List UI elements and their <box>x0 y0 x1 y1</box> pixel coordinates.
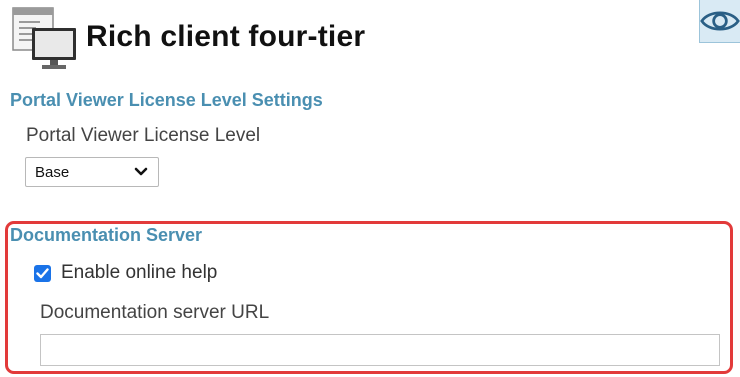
enable-online-help-checkbox[interactable] <box>34 264 51 282</box>
license-section-heading: Portal Viewer License Level Settings <box>10 90 323 110</box>
view-toggle-button[interactable] <box>699 0 740 43</box>
documentation-url-label: Documentation server URL <box>40 302 270 323</box>
checkmark-icon <box>36 267 49 278</box>
license-level-label: Portal Viewer License Level <box>26 125 261 146</box>
client-computer-icon <box>12 7 76 69</box>
settings-page: Rich client four-tier Portal Viewer Lice… <box>0 0 740 377</box>
license-level-selected-value: Base <box>35 163 70 181</box>
enable-online-help-label: Enable online help <box>61 262 218 283</box>
page-header: Rich client four-tier <box>10 4 365 74</box>
license-level-select[interactable]: Base <box>25 157 159 187</box>
chevron-down-icon <box>134 167 148 176</box>
documentation-url-input[interactable] <box>40 334 720 366</box>
eye-icon <box>700 11 740 31</box>
documentation-section-heading: Documentation Server <box>10 225 203 245</box>
page-title: Rich client four-tier <box>86 20 366 53</box>
enable-online-help-option[interactable]: Enable online help <box>34 262 217 284</box>
